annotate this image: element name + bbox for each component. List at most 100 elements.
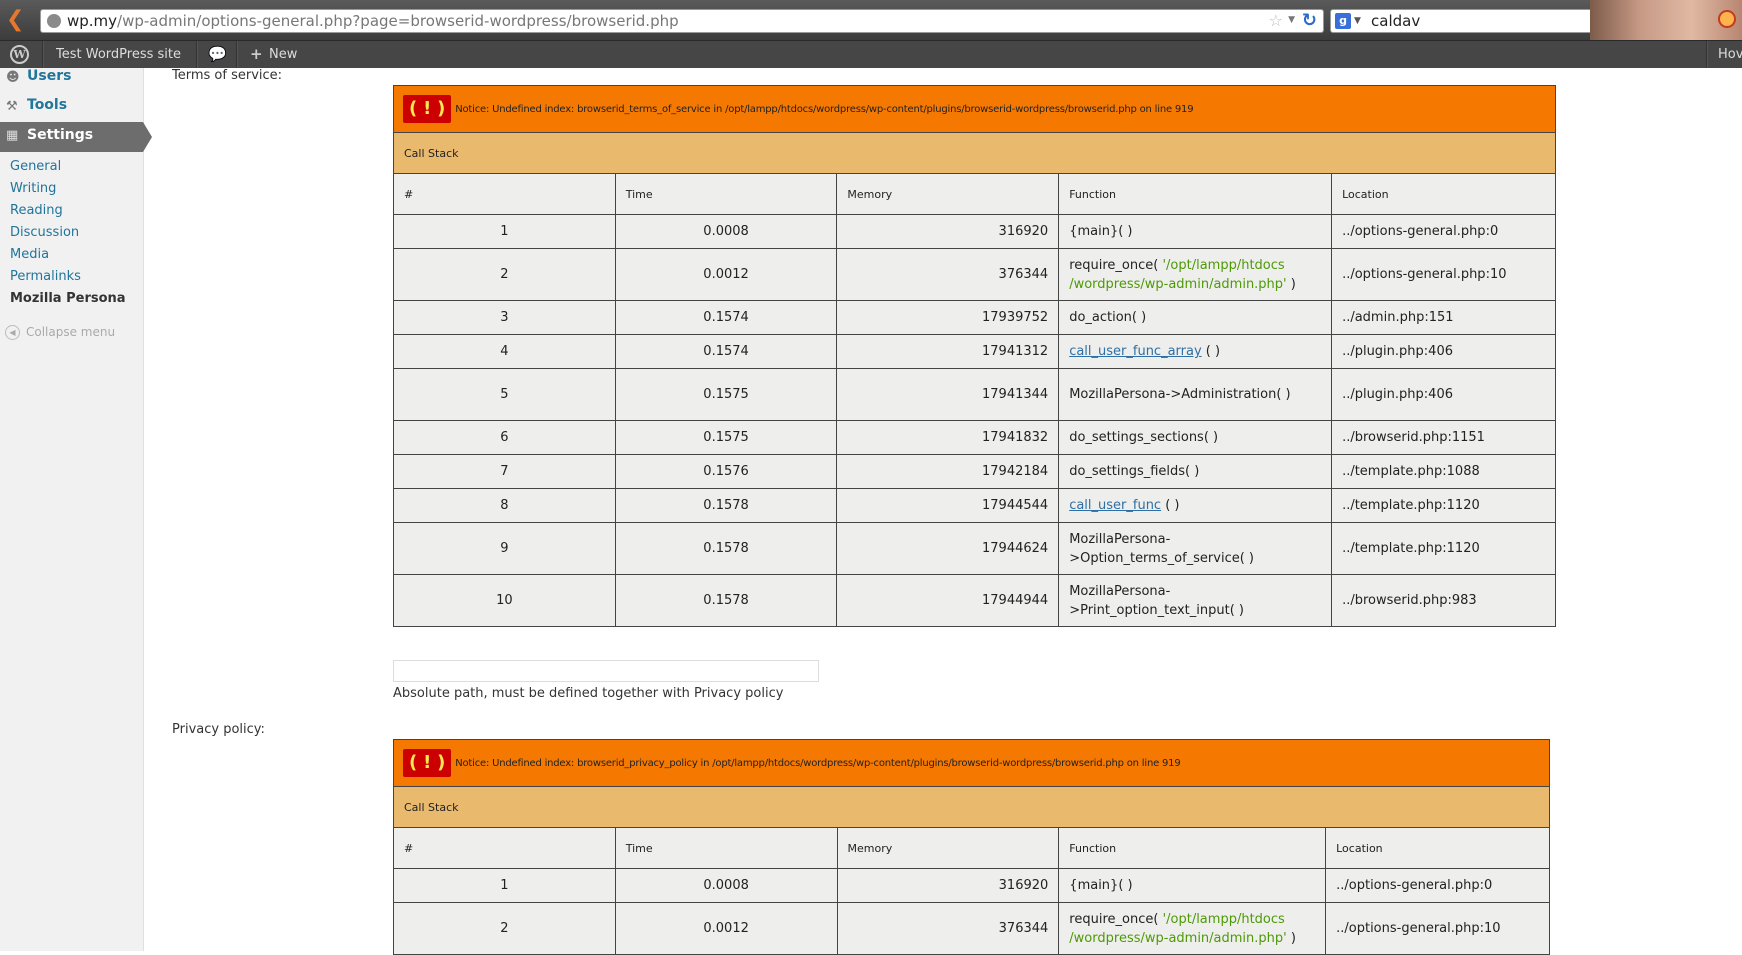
url-history-dropdown-icon[interactable]: ▼ <box>1288 15 1295 25</box>
stack-table-row: 6 0.1575 17941832 do_settings_sections( )..… <box>393 420 1556 455</box>
menu-tools[interactable]: ⚒ Tools <box>0 93 143 122</box>
col-header-number: # <box>393 827 616 869</box>
stack-index: 10 <box>393 574 616 627</box>
comments-bubble-icon[interactable]: 💬 <box>208 41 227 68</box>
terms-of-service-input[interactable] <box>393 660 819 682</box>
function-tail: ) <box>1286 930 1296 946</box>
stack-location: ../options-general.php:10 <box>1325 902 1550 955</box>
function-doc-link[interactable]: call_user_func_array <box>1069 344 1201 359</box>
stack-location: ../browserid.php:1151 <box>1331 420 1556 455</box>
search-input[interactable]: caldav <box>1371 12 1420 30</box>
function-name: do_settings_fields( ) <box>1069 464 1200 479</box>
stack-memory: 376344 <box>836 248 1060 301</box>
notice-row: ( ! ) Notice: Undefined index: browserid_… <box>393 739 1550 787</box>
stack-function: {main}( ) <box>1058 214 1333 249</box>
stack-table-row: 5 0.1575 17941344 MozillaPersona->Administr… <box>393 368 1556 421</box>
col-header-memory: Memory <box>836 827 1060 869</box>
url-path: /wp-admin/options-general.php?page=brows… <box>117 12 679 30</box>
stack-index: 2 <box>393 248 616 301</box>
error-exclamation-icon: ( ! ) <box>403 95 452 123</box>
back-arrow-icon[interactable]: ❮ <box>6 8 30 32</box>
wordpress-logo-icon[interactable]: W <box>10 45 29 64</box>
admin-bar-divider <box>1706 41 1708 68</box>
stack-function: require_once( '/opt/lampp/htdocs /wordpr… <box>1058 248 1333 301</box>
stack-time: 0.1578 <box>614 522 838 575</box>
collapse-menu-label: Collapse menu <box>26 325 116 339</box>
stack-header-row: # Time Memory Function Location <box>393 173 1556 215</box>
notice-row: ( ! ) Notice: Undefined index: browserid_… <box>393 85 1556 133</box>
stack-index: 4 <box>393 334 616 369</box>
stack-memory: 17941312 <box>836 334 1060 369</box>
site-identity-icon[interactable] <box>47 14 61 28</box>
stack-table-row: 2 0.0012 376344 require_once( '/opt/lampp/h… <box>393 902 1550 955</box>
function-name: require_once( <box>1069 257 1163 273</box>
stack-index: 2 <box>393 902 616 955</box>
stack-function: do_settings_sections( ) <box>1058 420 1333 455</box>
stack-time: 0.1578 <box>614 488 838 523</box>
stack-location: ../template.php:1088 <box>1331 454 1556 489</box>
settings-icon: ▦ <box>6 128 19 143</box>
browser-toolbar: ❮ wp.my/wp-admin/options-general.php?pag… <box>0 0 1742 40</box>
menu-settings[interactable]: ▦ Settings <box>0 122 152 152</box>
stack-time: 0.0008 <box>614 868 838 903</box>
stack-memory: 17944544 <box>836 488 1060 523</box>
submenu-permalinks[interactable]: Permalinks <box>10 269 81 284</box>
xdebug-error-table: ( ! ) Notice: Undefined index: browserid_… <box>393 85 1556 627</box>
admin-sidebar: ☻ Users ⚒ Tools ▦ Settings General Writi… <box>0 68 152 951</box>
xdebug-error-table: ( ! ) Notice: Undefined index: browserid_… <box>393 739 1550 955</box>
google-engine-icon[interactable]: g <box>1335 13 1351 29</box>
engine-dropdown-icon[interactable]: ▼ <box>1354 16 1361 26</box>
new-plus-icon[interactable]: + <box>250 41 263 68</box>
url-text[interactable]: wp.my/wp-admin/options-general.php?page=… <box>67 12 679 30</box>
menu-users[interactable]: ☻ Users <box>0 64 143 93</box>
stack-time: 0.1576 <box>614 454 838 489</box>
menu-settings-label: Settings <box>27 127 94 143</box>
function-name: {main}( ) <box>1069 224 1133 239</box>
stack-table-row: 4 0.1574 17941312 call_user_func_array ( ).… <box>393 334 1556 369</box>
wp-admin-bar: W Test WordPress site 💬 + New Hov <box>0 40 1742 68</box>
stack-function: do_action( ) <box>1058 300 1333 335</box>
function-name: do_action( ) <box>1069 310 1147 325</box>
stack-function: call_user_func_array ( ) <box>1058 334 1333 369</box>
howdy-account-link[interactable]: Hov <box>1718 41 1742 68</box>
submenu-mozilla-persona[interactable]: Mozilla Persona <box>10 291 126 306</box>
stack-table-row: 8 0.1578 17944544 call_user_func ( ) ../temp… <box>393 488 1556 523</box>
function-name: {main}( ) <box>1069 878 1133 893</box>
stack-function: MozillaPersona->Option_terms_of_service(… <box>1058 522 1333 575</box>
stack-location: ../browserid.php:983 <box>1331 574 1556 627</box>
submenu-discussion[interactable]: Discussion <box>10 225 79 240</box>
notice-message: Notice: Undefined index: browserid_priva… <box>455 757 1181 769</box>
col-header-time: Time <box>614 173 838 215</box>
function-doc-link[interactable]: call_user_func <box>1069 498 1161 513</box>
function-name: MozillaPersona->Option_terms_of_service(… <box>1069 531 1254 566</box>
address-bar[interactable]: wp.my/wp-admin/options-general.php?page=… <box>40 9 1324 33</box>
stack-memory: 376344 <box>836 902 1060 955</box>
tools-icon: ⚒ <box>6 99 18 114</box>
function-name: MozillaPersona->Administration( ) <box>1069 387 1291 402</box>
function-name: require_once( <box>1069 911 1163 927</box>
submenu-reading[interactable]: Reading <box>10 203 63 218</box>
stack-location: ../options-general.php:10 <box>1331 248 1556 301</box>
submenu-writing[interactable]: Writing <box>10 181 56 196</box>
stack-memory: 17941344 <box>836 368 1060 421</box>
addon-icon[interactable] <box>1718 10 1736 28</box>
bookmark-star-icon[interactable]: ☆ <box>1269 11 1283 30</box>
stack-index: 7 <box>393 454 616 489</box>
stack-table-row: 9 0.1578 17944624 MozillaPersona->Option_te… <box>393 522 1556 575</box>
stack-index: 1 <box>393 214 616 249</box>
new-content-link[interactable]: New <box>269 41 297 68</box>
submenu-general[interactable]: General <box>10 159 61 174</box>
col-header-function: Function <box>1058 827 1327 869</box>
stack-time: 0.1575 <box>614 368 838 421</box>
submenu-media[interactable]: Media <box>10 247 49 262</box>
stack-table-row: 7 0.1576 17942184 do_settings_fields( ) ../t… <box>393 454 1556 489</box>
menu-tools-label: Tools <box>27 97 68 113</box>
collapse-menu-button[interactable]: ◀ Collapse menu <box>5 325 115 340</box>
stack-index: 6 <box>393 420 616 455</box>
stack-index: 8 <box>393 488 616 523</box>
stack-memory: 17941832 <box>836 420 1060 455</box>
reload-icon[interactable]: ↻ <box>1302 10 1317 31</box>
stack-index: 1 <box>393 868 616 903</box>
terms-of-service-label: Terms of service: <box>172 68 283 83</box>
stack-location: ../template.php:1120 <box>1331 488 1556 523</box>
